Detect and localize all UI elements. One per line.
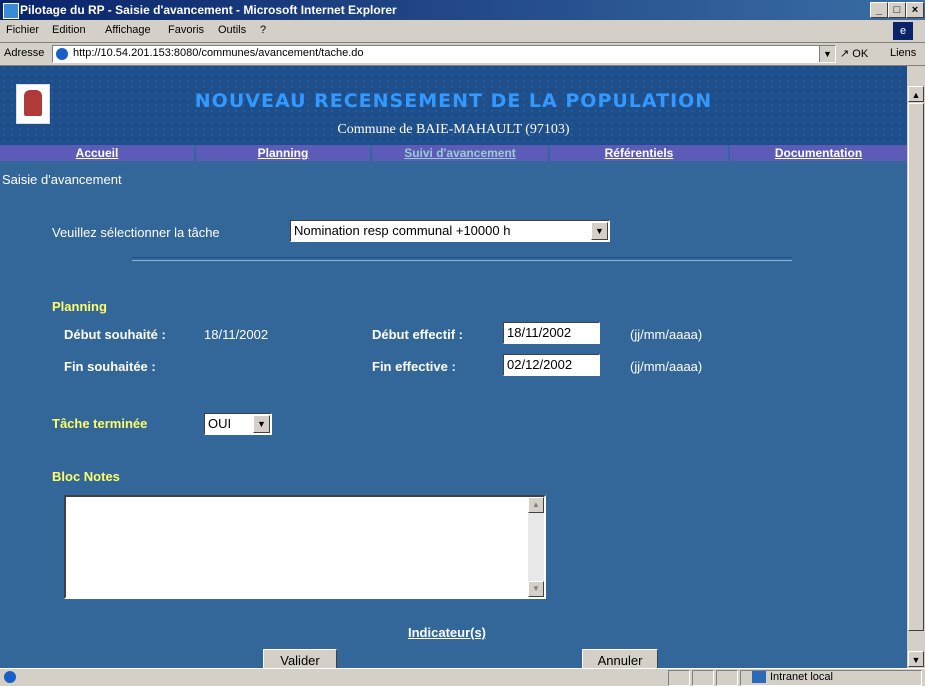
bloc-notes-label: Bloc Notes: [52, 469, 120, 484]
tache-terminee-value: OUI: [208, 416, 232, 431]
fin-souhaitee-label: Fin souhaitée :: [64, 359, 156, 374]
page-title: Saisie d'avancement: [2, 172, 122, 187]
menu-favoris[interactable]: Favoris: [168, 24, 204, 36]
nav-referentiels[interactable]: Référentiels: [550, 145, 730, 161]
indicateurs-link[interactable]: Indicateur(s): [408, 625, 486, 640]
page-scrollbar[interactable]: ▲ ▼: [907, 86, 925, 668]
fin-effective-label: Fin effective :: [372, 359, 456, 374]
nav-suivi-avancement[interactable]: Suivi d'avancement: [372, 145, 550, 161]
chevron-down-icon[interactable]: ▼: [591, 222, 608, 240]
debut-souhaite-value: 18/11/2002: [204, 327, 269, 342]
nav-documentation[interactable]: Documentation: [730, 145, 907, 161]
debut-effectif-label: Début effectif :: [372, 327, 463, 342]
status-pane: [692, 670, 714, 686]
go-label: OK: [852, 48, 869, 60]
banner-subtitle: Commune de BAIE-MAHAULT (97103): [337, 122, 570, 137]
nav-bar: Accueil Planning Suivi d'avancement Réfé…: [0, 145, 907, 161]
windows-logo-icon: e: [893, 22, 913, 40]
fin-effective-value: 02/12/2002: [507, 357, 573, 372]
banner: NOUVEAU RECENSEMENT DE LA POPULATION Com…: [0, 66, 907, 145]
fin-effective-input[interactable]: 02/12/2002: [503, 354, 600, 376]
divider: [132, 257, 792, 261]
page-status-icon: [4, 671, 16, 683]
menu-bar: Fichier Edition Affichage Favoris Outils…: [0, 20, 925, 43]
nav-planning[interactable]: Planning: [196, 145, 372, 161]
debut-effectif-value: 18/11/2002: [507, 325, 572, 340]
address-bar: Adresse http://10.54.201.153:8080/commun…: [0, 43, 925, 66]
address-label: Adresse: [4, 47, 45, 59]
chevron-down-icon[interactable]: ▼: [253, 415, 270, 433]
status-pane: [668, 670, 690, 686]
task-label: Veuillez sélectionner la tâche: [52, 225, 220, 240]
menu-fichier[interactable]: Fichier: [6, 24, 39, 36]
date-format-hint: (jj/mm/aaaa): [630, 327, 703, 342]
links-button[interactable]: Liens: [890, 47, 916, 59]
scroll-thumb[interactable]: [908, 103, 924, 631]
bloc-notes-textarea[interactable]: ▲ ▼: [64, 495, 546, 599]
date-format-hint: (jj/mm/aaaa): [630, 359, 703, 374]
ie-icon: [3, 3, 19, 19]
address-input[interactable]: http://10.54.201.153:8080/communes/avanc…: [52, 45, 836, 63]
menu-help[interactable]: ?: [260, 24, 266, 36]
debut-effectif-input[interactable]: 18/11/2002: [503, 322, 600, 344]
menu-affichage[interactable]: Affichage: [105, 24, 151, 36]
textarea-scrollbar[interactable]: ▲ ▼: [528, 497, 544, 597]
address-url: http://10.54.201.153:8080/communes/avanc…: [73, 47, 364, 59]
tache-terminee-select[interactable]: OUI ▼: [204, 413, 272, 435]
window-title-bar: Pilotage du RP - Saisie d'avancement - M…: [0, 0, 925, 20]
page-icon: [56, 48, 68, 60]
nav-accueil[interactable]: Accueil: [0, 145, 196, 161]
task-select-value: Nomination resp communal +10000 h: [294, 223, 511, 238]
scroll-up-icon[interactable]: ▲: [528, 497, 544, 513]
window-title: Pilotage du RP - Saisie d'avancement - M…: [20, 3, 397, 17]
debut-souhaite-label: Début souhaité :: [64, 327, 166, 342]
close-button[interactable]: ×: [906, 2, 924, 18]
annuler-button[interactable]: Annuler: [582, 649, 658, 668]
scroll-up-icon[interactable]: ▲: [908, 86, 924, 102]
scroll-down-icon[interactable]: ▼: [908, 651, 924, 667]
go-button[interactable]: ↗ OK: [840, 47, 868, 60]
menu-edition[interactable]: Edition: [52, 24, 86, 36]
tache-terminee-label: Tâche terminée: [52, 416, 148, 431]
status-bar: Intranet local: [0, 668, 925, 686]
planning-heading: Planning: [52, 299, 107, 314]
menu-outils[interactable]: Outils: [218, 24, 246, 36]
task-select[interactable]: Nomination resp communal +10000 h ▼: [290, 220, 610, 242]
maximize-button[interactable]: □: [888, 2, 906, 18]
scroll-down-icon[interactable]: ▼: [528, 581, 544, 597]
status-pane: [716, 670, 738, 686]
address-dropdown-icon[interactable]: ▼: [819, 46, 835, 62]
minimize-button[interactable]: _: [870, 2, 888, 18]
banner-title: NOUVEAU RECENSEMENT DE LA POPULATION: [194, 90, 713, 112]
valider-button[interactable]: Valider: [263, 649, 337, 668]
intranet-icon: [752, 671, 766, 683]
page-content: NOUVEAU RECENSEMENT DE LA POPULATION Com…: [0, 66, 907, 668]
zone-label: Intranet local: [770, 671, 833, 683]
